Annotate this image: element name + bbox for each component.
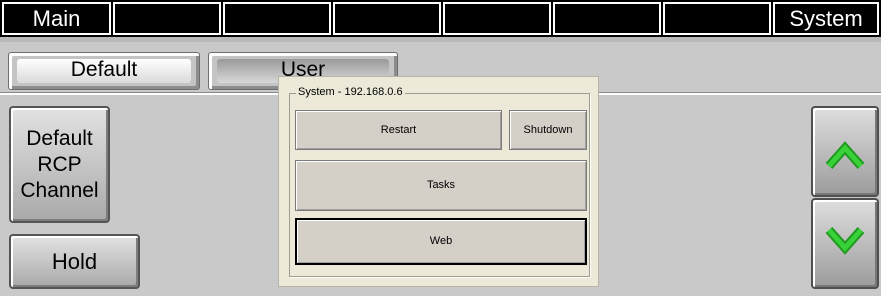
tasks-button[interactable]: Tasks	[295, 160, 587, 211]
restart-label: Restart	[380, 124, 417, 136]
arrow-up-icon	[825, 141, 865, 169]
default-rcp-line2: RCP	[37, 153, 82, 176]
tab-empty-2[interactable]	[223, 2, 331, 35]
tasks-label: Tasks	[426, 179, 456, 191]
shutdown-label: Shutdown	[523, 124, 573, 136]
arrow-down-icon	[825, 227, 865, 255]
system-group-title: System - 192.168.0.6	[296, 86, 405, 98]
system-dialog: System - 192.168.0.6 Restart Shutdown Ta…	[278, 76, 599, 287]
topbar-separator	[0, 37, 881, 42]
web-button[interactable]: Web	[295, 218, 587, 265]
web-label: Web	[429, 235, 453, 247]
shutdown-button[interactable]: Shutdown	[509, 110, 587, 150]
tab-system-label: System	[789, 6, 863, 31]
hold-label: Hold	[51, 249, 98, 274]
default-rcp-channel-button[interactable]: Default RCP Channel	[9, 106, 110, 223]
default-mode-button[interactable]: Default	[8, 52, 200, 90]
tab-main-label: Main	[32, 6, 81, 31]
tab-system[interactable]: System	[773, 2, 879, 35]
system-group-box: System - 192.168.0.6 Restart Shutdown Ta…	[289, 86, 590, 277]
default-rcp-line3: Channel	[20, 179, 99, 202]
top-tab-bar: Main System	[0, 0, 881, 37]
tab-empty-6[interactable]	[663, 2, 771, 35]
tab-empty-4[interactable]	[443, 2, 551, 35]
hold-button[interactable]: Hold	[9, 234, 140, 289]
scroll-down-button[interactable]	[811, 198, 879, 289]
tab-empty-3[interactable]	[333, 2, 441, 35]
tab-empty-1[interactable]	[113, 2, 221, 35]
tab-main[interactable]: Main	[2, 2, 111, 35]
tab-empty-5[interactable]	[553, 2, 661, 35]
default-mode-label: Default	[70, 58, 138, 81]
scroll-up-button[interactable]	[811, 106, 879, 197]
restart-button[interactable]: Restart	[295, 110, 502, 150]
default-rcp-line1: Default	[26, 127, 93, 150]
